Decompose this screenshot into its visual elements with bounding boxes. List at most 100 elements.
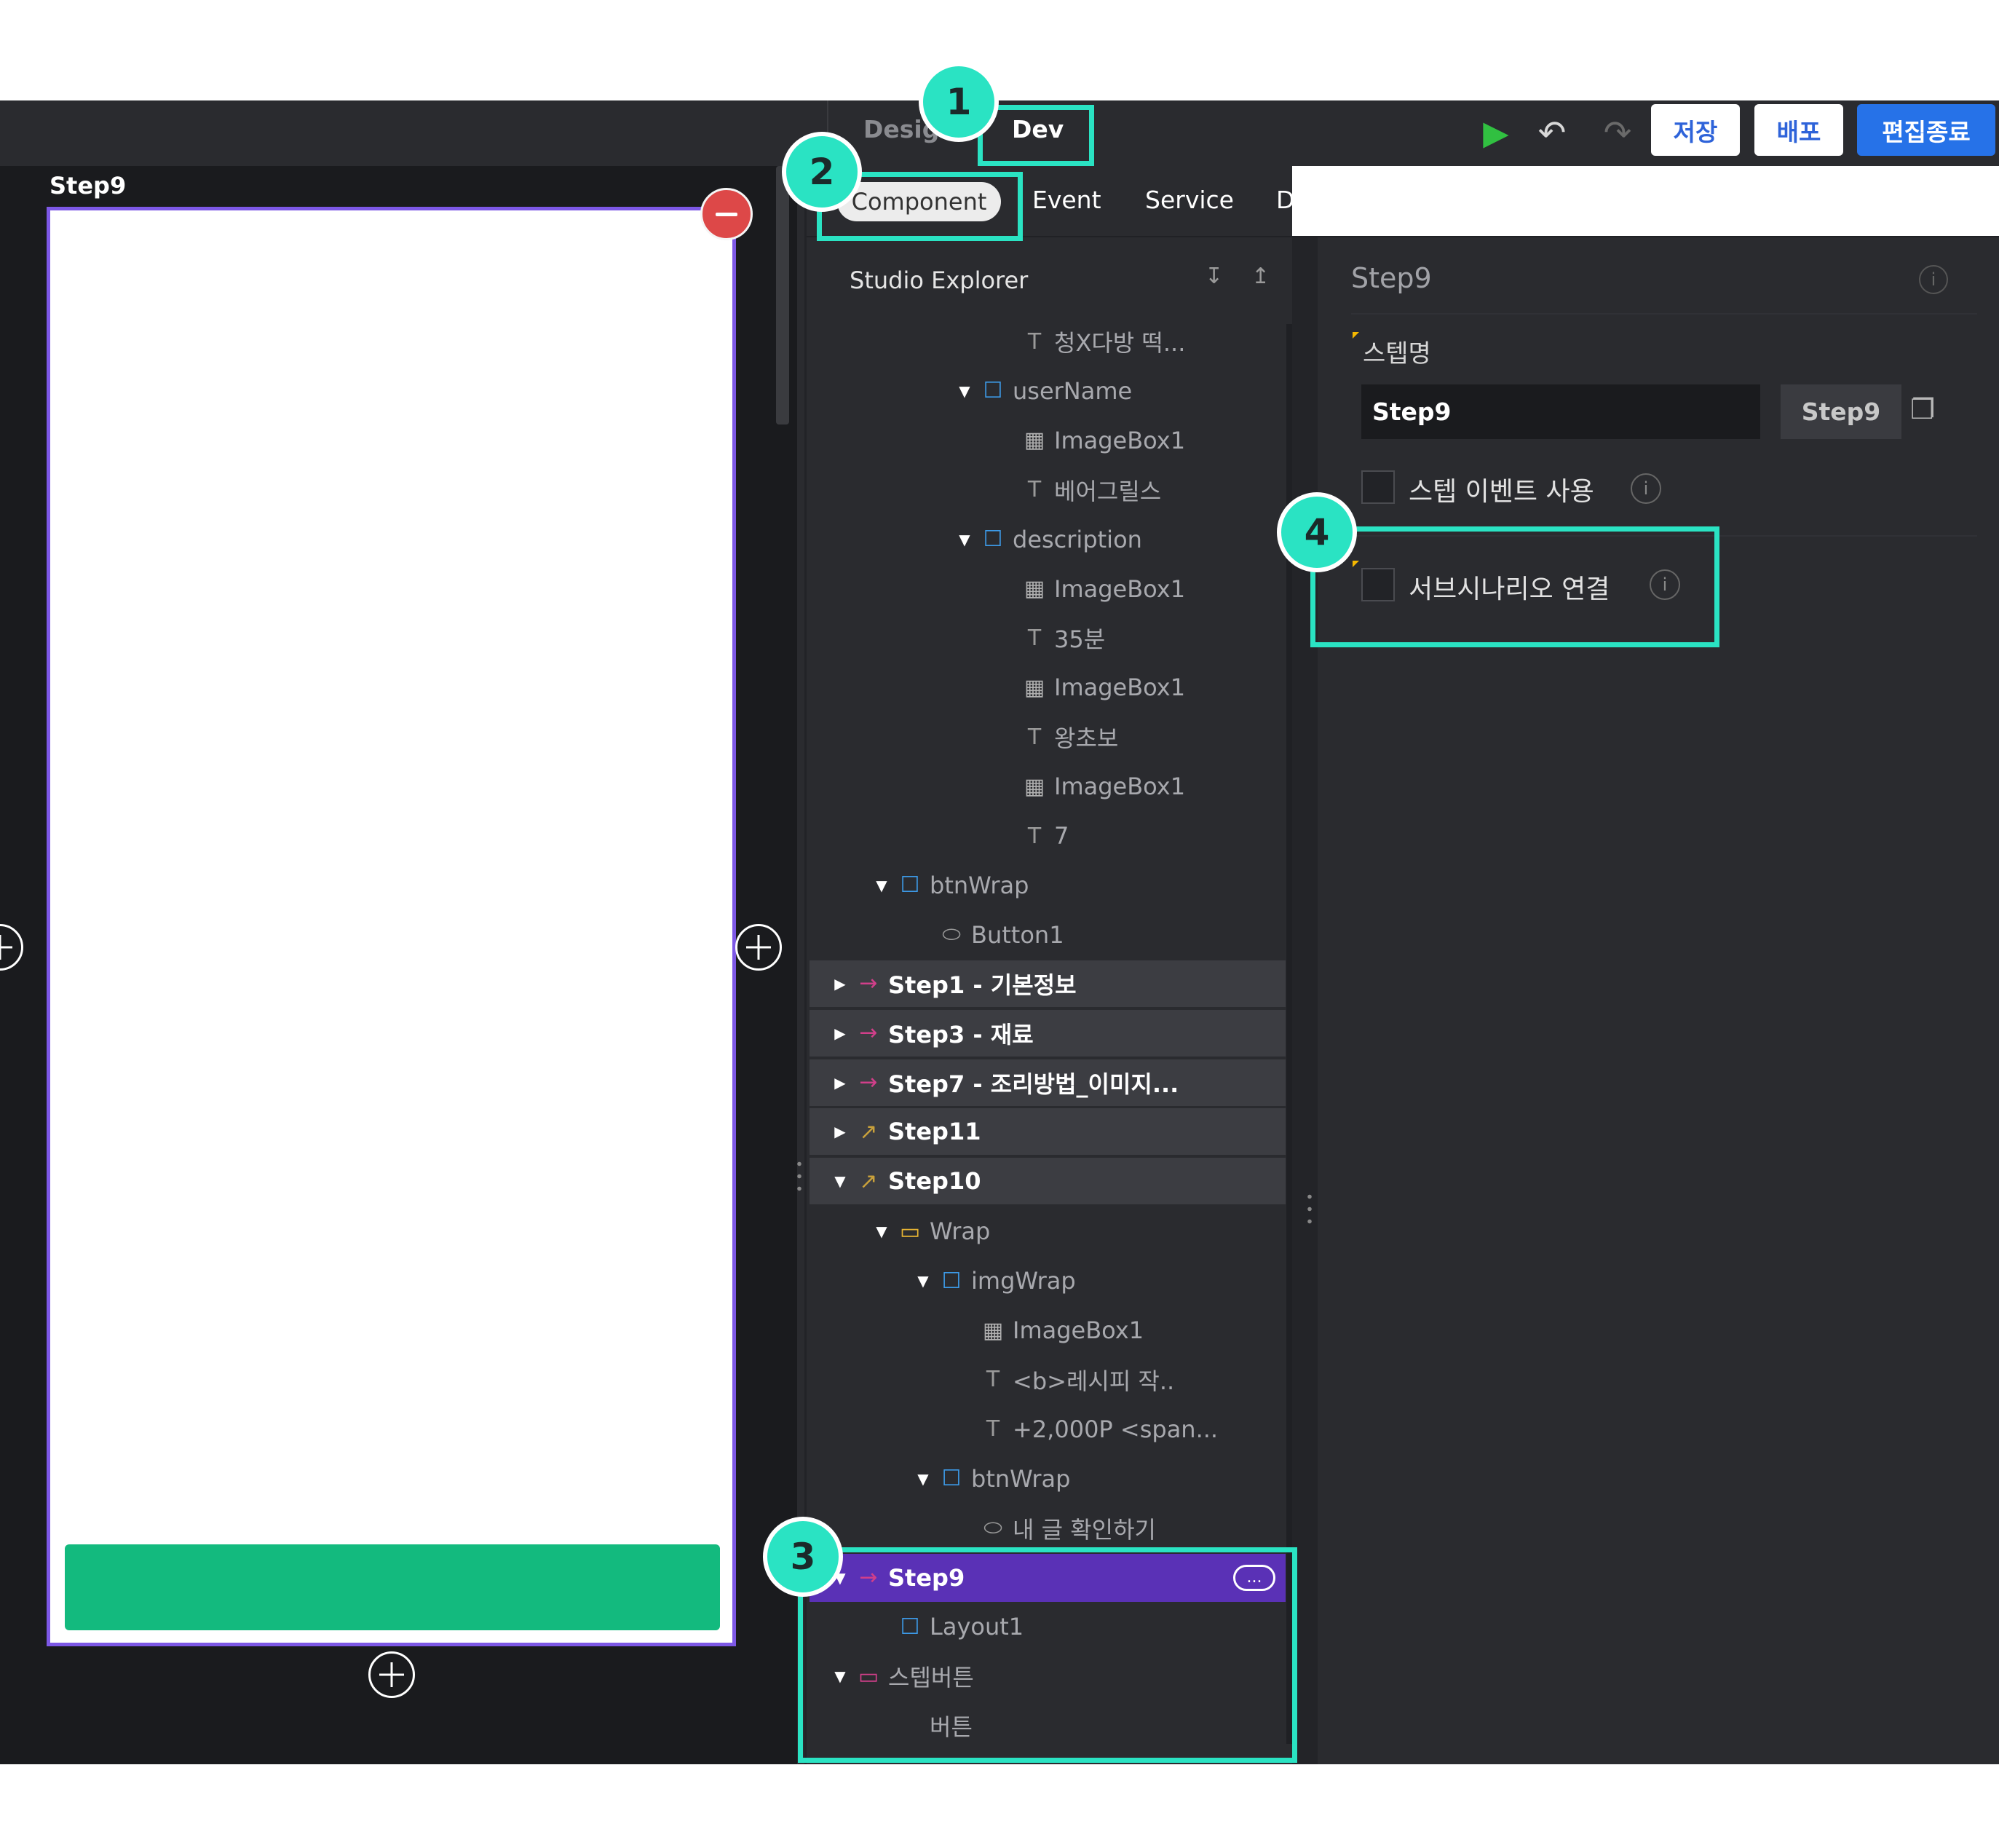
tree-item[interactable]: ▼ ☐ description bbox=[810, 516, 1286, 564]
sort-down-icon[interactable]: ↧ bbox=[1205, 264, 1234, 294]
caret-right-icon[interactable]: ▶ bbox=[831, 1074, 849, 1091]
tree-item[interactable]: ▶ → Step3 - 재료 bbox=[810, 1009, 1286, 1058]
canvas-step-button[interactable] bbox=[65, 1544, 720, 1630]
add-step-right-icon[interactable] bbox=[735, 924, 782, 971]
step-frame[interactable] bbox=[47, 207, 736, 1646]
tree-item-label: description bbox=[1013, 525, 1142, 553]
tree-item[interactable]: ▼T<b>레시피 작.. bbox=[810, 1356, 1286, 1404]
tree-item-label: Button1 bbox=[971, 920, 1064, 949]
tree-item[interactable]: ▶ ↗ Step11 bbox=[810, 1108, 1286, 1157]
play-icon[interactable]: ▶ bbox=[1473, 109, 1519, 156]
caret-down-icon[interactable]: ▼ bbox=[956, 382, 973, 400]
step-icon: → bbox=[859, 1020, 878, 1046]
tree-item[interactable]: ▼▦ImageBox1 bbox=[810, 416, 1286, 465]
tree-item-label: 내 글 확인하기 bbox=[1013, 1515, 1156, 1544]
exit-edit-button[interactable]: 편집종료 bbox=[1857, 104, 1995, 156]
tree-item[interactable]: ▼ ☐ userName bbox=[810, 367, 1286, 415]
step-icon: → bbox=[859, 971, 878, 997]
tree-item-label: imgWrap bbox=[971, 1267, 1076, 1295]
caret-down-icon[interactable]: ▼ bbox=[831, 1172, 849, 1190]
undo-icon[interactable]: ↶ bbox=[1529, 109, 1575, 156]
remove-step-icon[interactable] bbox=[700, 188, 753, 240]
resize-handle-right[interactable] bbox=[1307, 1190, 1313, 1228]
tree-item-label: userName bbox=[1013, 376, 1133, 405]
annotation-badge-2: 2 bbox=[782, 132, 862, 212]
image-icon: ▦ bbox=[982, 1317, 1004, 1343]
page-icon: ☐ bbox=[941, 1466, 962, 1492]
tree-item[interactable]: ▼⬭Button1 bbox=[810, 911, 1286, 959]
text-icon: T bbox=[1027, 328, 1042, 355]
tree-item-label: btnWrap bbox=[930, 871, 1029, 899]
caret-down-icon[interactable]: ▼ bbox=[914, 1272, 932, 1290]
tree-item-label: 청X다방 떡... bbox=[1054, 329, 1186, 357]
image-icon: ▦ bbox=[1024, 576, 1045, 601]
required-mark bbox=[1353, 332, 1359, 339]
page-icon: ☐ bbox=[983, 378, 1003, 404]
sort-up-icon[interactable]: ↥ bbox=[1251, 264, 1280, 294]
step-name-label: 스텝명 bbox=[1363, 339, 1431, 368]
folder-icon: ▭ bbox=[899, 1218, 921, 1244]
button-icon: ⬭ bbox=[942, 922, 961, 948]
step-icon: → bbox=[859, 1070, 878, 1095]
tree-item-label: <b>레시피 작.. bbox=[1013, 1367, 1175, 1395]
tree-item[interactable]: ▼▦ImageBox1 bbox=[810, 1306, 1286, 1354]
image-icon: ▦ bbox=[1024, 427, 1045, 454]
tree-item[interactable]: ▼⬭내 글 확인하기 bbox=[810, 1504, 1286, 1552]
caret-down-icon[interactable]: ▼ bbox=[956, 531, 973, 548]
add-step-bottom-icon[interactable] bbox=[368, 1651, 415, 1698]
tree-item-label: Wrap bbox=[930, 1217, 991, 1246]
caret-right-icon[interactable]: ▶ bbox=[831, 1123, 849, 1140]
properties-panel bbox=[1318, 237, 1999, 1764]
resize-handle[interactable] bbox=[796, 1158, 802, 1196]
caret-down-icon[interactable]: ▼ bbox=[873, 1223, 890, 1240]
canvas-scrollbar[interactable] bbox=[776, 166, 789, 425]
caret-right-icon[interactable]: ▶ bbox=[831, 975, 849, 992]
explorer-title: Studio Explorer bbox=[850, 266, 1029, 294]
tree-item[interactable]: ▶ → Step7 - 조리방법_이미지... bbox=[810, 1059, 1286, 1107]
save-button[interactable]: 저장 bbox=[1651, 104, 1740, 156]
page-icon: ☐ bbox=[900, 872, 920, 899]
tree-item-label: Step7 - 조리방법_이미지... bbox=[888, 1070, 1179, 1098]
copy-icon[interactable]: ❐ bbox=[1910, 393, 1942, 428]
tree-item[interactable]: ▼ ☐ imgWrap bbox=[810, 1257, 1286, 1305]
tree-item[interactable]: ▼T35분 bbox=[810, 614, 1286, 662]
text-icon: T bbox=[986, 1367, 1000, 1393]
tree-item[interactable]: ▼T왕초보 bbox=[810, 713, 1286, 761]
page-icon: ☐ bbox=[941, 1268, 962, 1294]
tree-item[interactable]: ▼T청X다방 떡... bbox=[810, 317, 1286, 366]
caret-right-icon[interactable]: ▶ bbox=[831, 1024, 849, 1042]
tree-item-label: Step1 - 기본정보 bbox=[888, 971, 1077, 999]
tree-item[interactable]: ▶ → Step1 - 기본정보 bbox=[810, 960, 1286, 1008]
redo-icon[interactable]: ↷ bbox=[1594, 109, 1641, 156]
tree-item[interactable]: ▼▦ImageBox1 bbox=[810, 762, 1286, 810]
page-icon: ☐ bbox=[983, 526, 1003, 553]
info-icon[interactable]: i bbox=[1919, 265, 1948, 294]
tree-item[interactable]: ▼▦ImageBox1 bbox=[810, 663, 1286, 711]
deploy-button[interactable]: 배포 bbox=[1754, 104, 1843, 156]
step-event-label: 스텝 이벤트 사용 bbox=[1409, 477, 1594, 507]
tab-event[interactable]: Event bbox=[1032, 186, 1101, 214]
step-name-input[interactable] bbox=[1361, 384, 1760, 439]
tree-item-label: 왕초보 bbox=[1054, 724, 1119, 753]
caret-down-icon[interactable]: ▼ bbox=[914, 1470, 932, 1488]
tree-item-label: 베어그릴스 bbox=[1054, 477, 1162, 505]
panel-divider-right bbox=[1292, 237, 1318, 1764]
tree-item-label: btnWrap bbox=[971, 1464, 1071, 1493]
image-icon: ▦ bbox=[1024, 674, 1045, 700]
tree-item[interactable]: ▼T7 bbox=[810, 812, 1286, 860]
caret-down-icon[interactable]: ▼ bbox=[873, 877, 890, 894]
step-event-info-icon[interactable]: i bbox=[1631, 473, 1661, 504]
text-icon: T bbox=[1027, 823, 1042, 849]
tree-item-label: Step10 bbox=[888, 1167, 981, 1196]
tree-item[interactable]: ▼ ☐ btnWrap bbox=[810, 1455, 1286, 1503]
tree-item[interactable]: ▼▦ImageBox1 bbox=[810, 565, 1286, 613]
tree-item[interactable]: ▼ ▭ Wrap bbox=[810, 1207, 1286, 1255]
tree-item[interactable]: ▼T베어그릴스 bbox=[810, 466, 1286, 514]
tab-datasource[interactable]: DataSource bbox=[1276, 186, 1416, 214]
tree-item[interactable]: ▼T+2,000P <span... bbox=[810, 1405, 1286, 1453]
tree-item[interactable]: ▼ ☐ btnWrap bbox=[810, 861, 1286, 909]
tab-etc[interactable]: Etc bbox=[1456, 186, 1494, 214]
step-event-checkbox[interactable] bbox=[1361, 470, 1395, 504]
tab-service[interactable]: Service bbox=[1145, 186, 1234, 214]
tree-item[interactable]: ▼ ↗ Step10 bbox=[810, 1158, 1286, 1207]
